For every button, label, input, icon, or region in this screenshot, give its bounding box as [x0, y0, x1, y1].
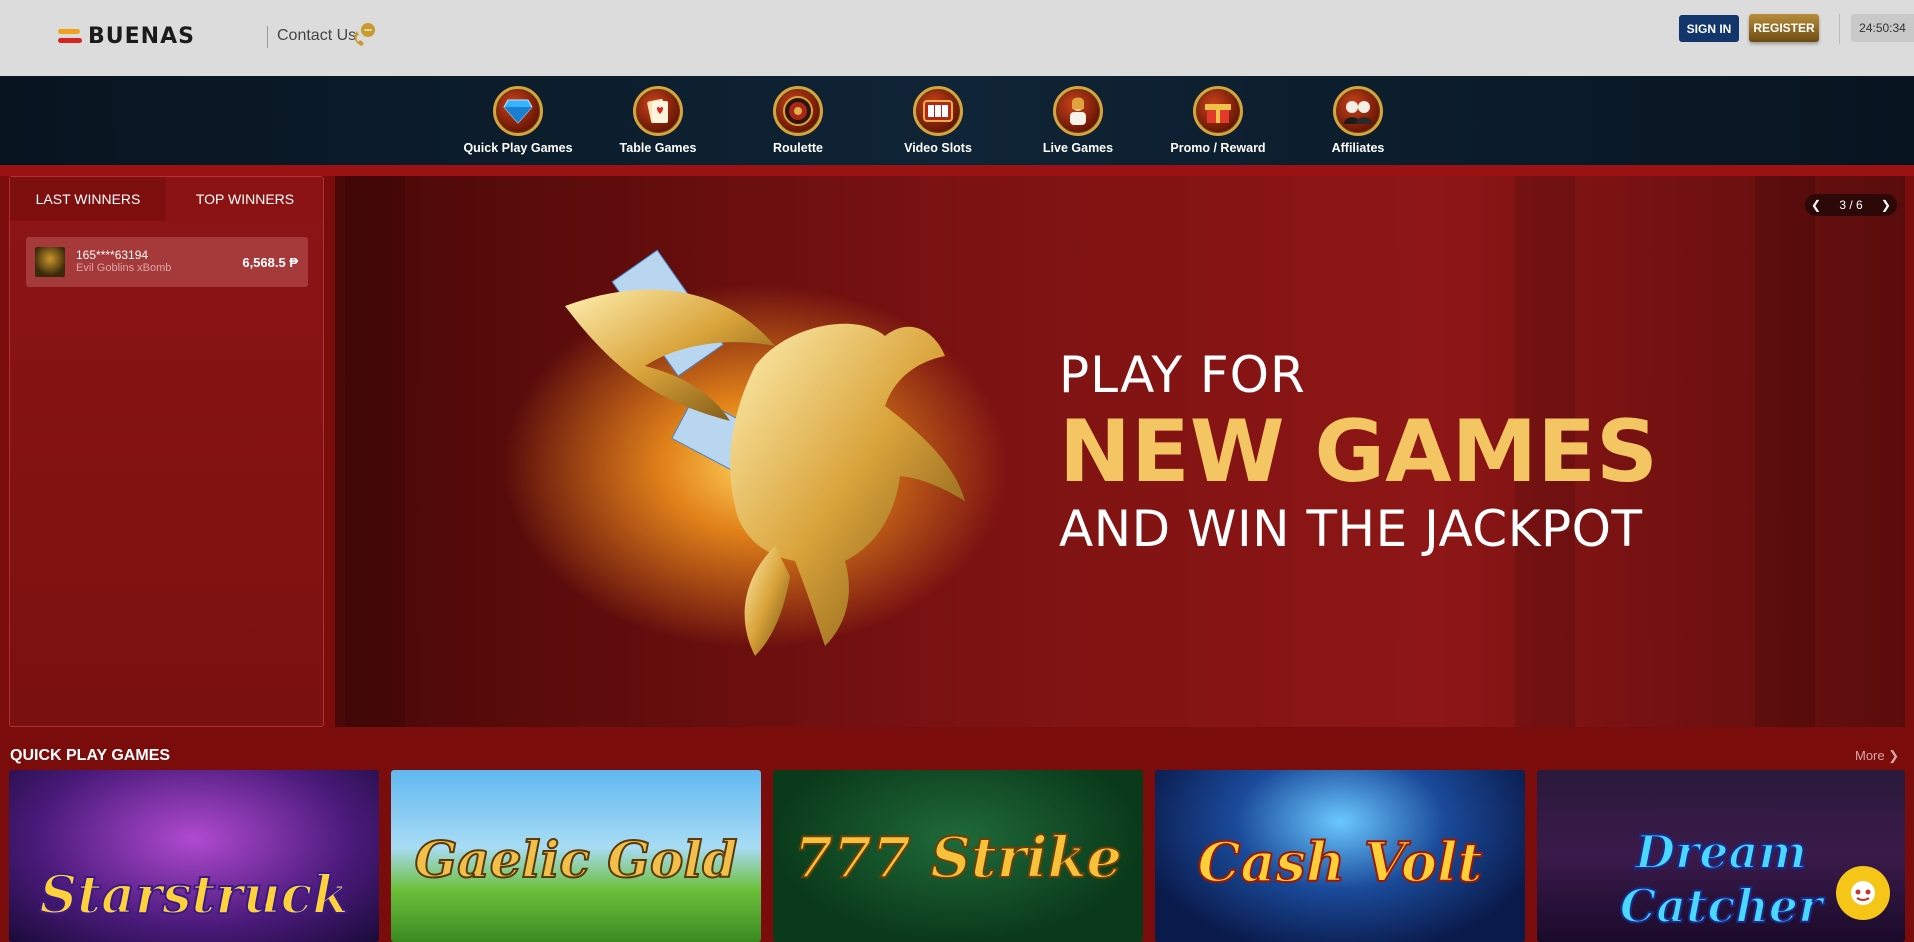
- more-label: More: [1855, 748, 1885, 763]
- gift-icon: [1193, 86, 1243, 136]
- top-header: BUENAS Contact Us SIGN IN REGISTER 24:50…: [0, 0, 1914, 76]
- nav-item-promo-reward[interactable]: Promo / Reward: [1148, 86, 1288, 162]
- header-separator: [1839, 14, 1840, 44]
- slide-counter: ❮ 3 / 6 ❯: [1805, 194, 1897, 216]
- contact-us-link[interactable]: Contact Us: [277, 27, 356, 45]
- game-card-777-strike[interactable]: 777 Strike: [773, 770, 1143, 942]
- register-button[interactable]: REGISTER: [1749, 14, 1819, 42]
- chat-support-button[interactable]: [1836, 866, 1890, 920]
- winner-amount: 6,568.5 ₱: [242, 255, 298, 270]
- section-title-quick-play: QUICK PLAY GAMES: [10, 747, 171, 764]
- game-thumbnail-icon: [35, 247, 65, 277]
- phone-chat-icon[interactable]: [350, 22, 378, 50]
- nav-item-table-games[interactable]: Table Games: [588, 86, 728, 162]
- chat-bot-icon: [1851, 881, 1875, 905]
- chevron-right-icon: ❯: [1888, 748, 1900, 763]
- nav-label: Quick Play Games: [463, 141, 573, 155]
- roulette-icon: [773, 86, 823, 136]
- nav-item-affiliates[interactable]: Affiliates: [1288, 86, 1428, 162]
- banner-pillar: [345, 176, 405, 727]
- nav-item-roulette[interactable]: Roulette: [728, 86, 868, 162]
- hero-headline: PLAY FOR NEW GAMES AND WIN THE JACKPOT: [1059, 346, 1658, 558]
- affiliates-icon: [1333, 86, 1383, 136]
- nav-label: Live Games: [1042, 141, 1114, 155]
- nav-item-live-games[interactable]: Live Games: [1008, 86, 1148, 162]
- next-slide-icon[interactable]: ❯: [1881, 198, 1891, 212]
- category-nav: Quick Play Games Table Games Roulette Vi…: [0, 76, 1914, 165]
- game-card-cash-volt[interactable]: Cash Volt: [1155, 770, 1525, 942]
- sign-in-button[interactable]: SIGN IN: [1679, 15, 1739, 42]
- nav-bottom-band: [0, 165, 1914, 176]
- game-title: 777 Strike: [793, 824, 1123, 892]
- winners-panel: LAST WINNERS TOP WINNERS 165****63194 Ev…: [9, 176, 324, 727]
- cards-icon: [633, 86, 683, 136]
- nav-label: Promo / Reward: [1170, 141, 1266, 155]
- hero-line-1: PLAY FOR: [1059, 346, 1306, 404]
- game-card-starstruck[interactable]: Starstruck: [9, 770, 379, 942]
- logo-text: BUENAS: [88, 23, 195, 49]
- tab-top-winners[interactable]: TOP WINNERS: [167, 177, 323, 221]
- logo[interactable]: BUENAS: [58, 23, 195, 49]
- nav-label: Table Games: [619, 141, 697, 155]
- nav-item-quick-play-games[interactable]: Quick Play Games: [448, 86, 588, 162]
- hero-banner[interactable]: ❮ 3 / 6 ❯ PLAY FOR NEW GAMES AND WIN THE…: [335, 176, 1905, 727]
- nav-item-video-slots[interactable]: Video Slots: [868, 86, 1008, 162]
- nav-label: Video Slots: [904, 141, 972, 155]
- clock-display: 24:50:34: [1851, 14, 1914, 42]
- hero-line-3: AND WIN THE JACKPOT: [1059, 500, 1643, 558]
- tab-last-winners[interactable]: LAST WINNERS: [10, 177, 166, 221]
- game-title: Starstruck: [39, 864, 350, 927]
- winner-row[interactable]: 165****63194 Evil Goblins xBomb 6,568.5 …: [26, 237, 308, 287]
- live-dealer-icon: [1053, 86, 1103, 136]
- game-title: Cash Volt: [1197, 829, 1484, 895]
- slot-machine-icon: [913, 86, 963, 136]
- nav-label: Roulette: [773, 141, 823, 155]
- logo-mark-icon: [58, 27, 82, 45]
- diamond-icon: [493, 86, 543, 136]
- game-title: Gaelic Gold: [414, 829, 739, 890]
- game-card-gaelic-gold[interactable]: Gaelic Gold: [391, 770, 761, 942]
- hero-line-2: NEW GAMES: [1059, 402, 1658, 502]
- winner-username: 165****63194: [76, 248, 149, 262]
- golden-pegasus-image: [565, 249, 965, 656]
- winner-game-name: Evil Goblins xBomb: [76, 262, 172, 274]
- header-divider: [267, 26, 268, 48]
- prev-slide-icon[interactable]: ❮: [1811, 198, 1821, 212]
- nav-label: Affiliates: [1331, 141, 1385, 155]
- more-link[interactable]: More ❯: [1855, 748, 1899, 764]
- slide-counter-text: 3 / 6: [1839, 198, 1863, 212]
- banner-pillar: [1755, 176, 1815, 727]
